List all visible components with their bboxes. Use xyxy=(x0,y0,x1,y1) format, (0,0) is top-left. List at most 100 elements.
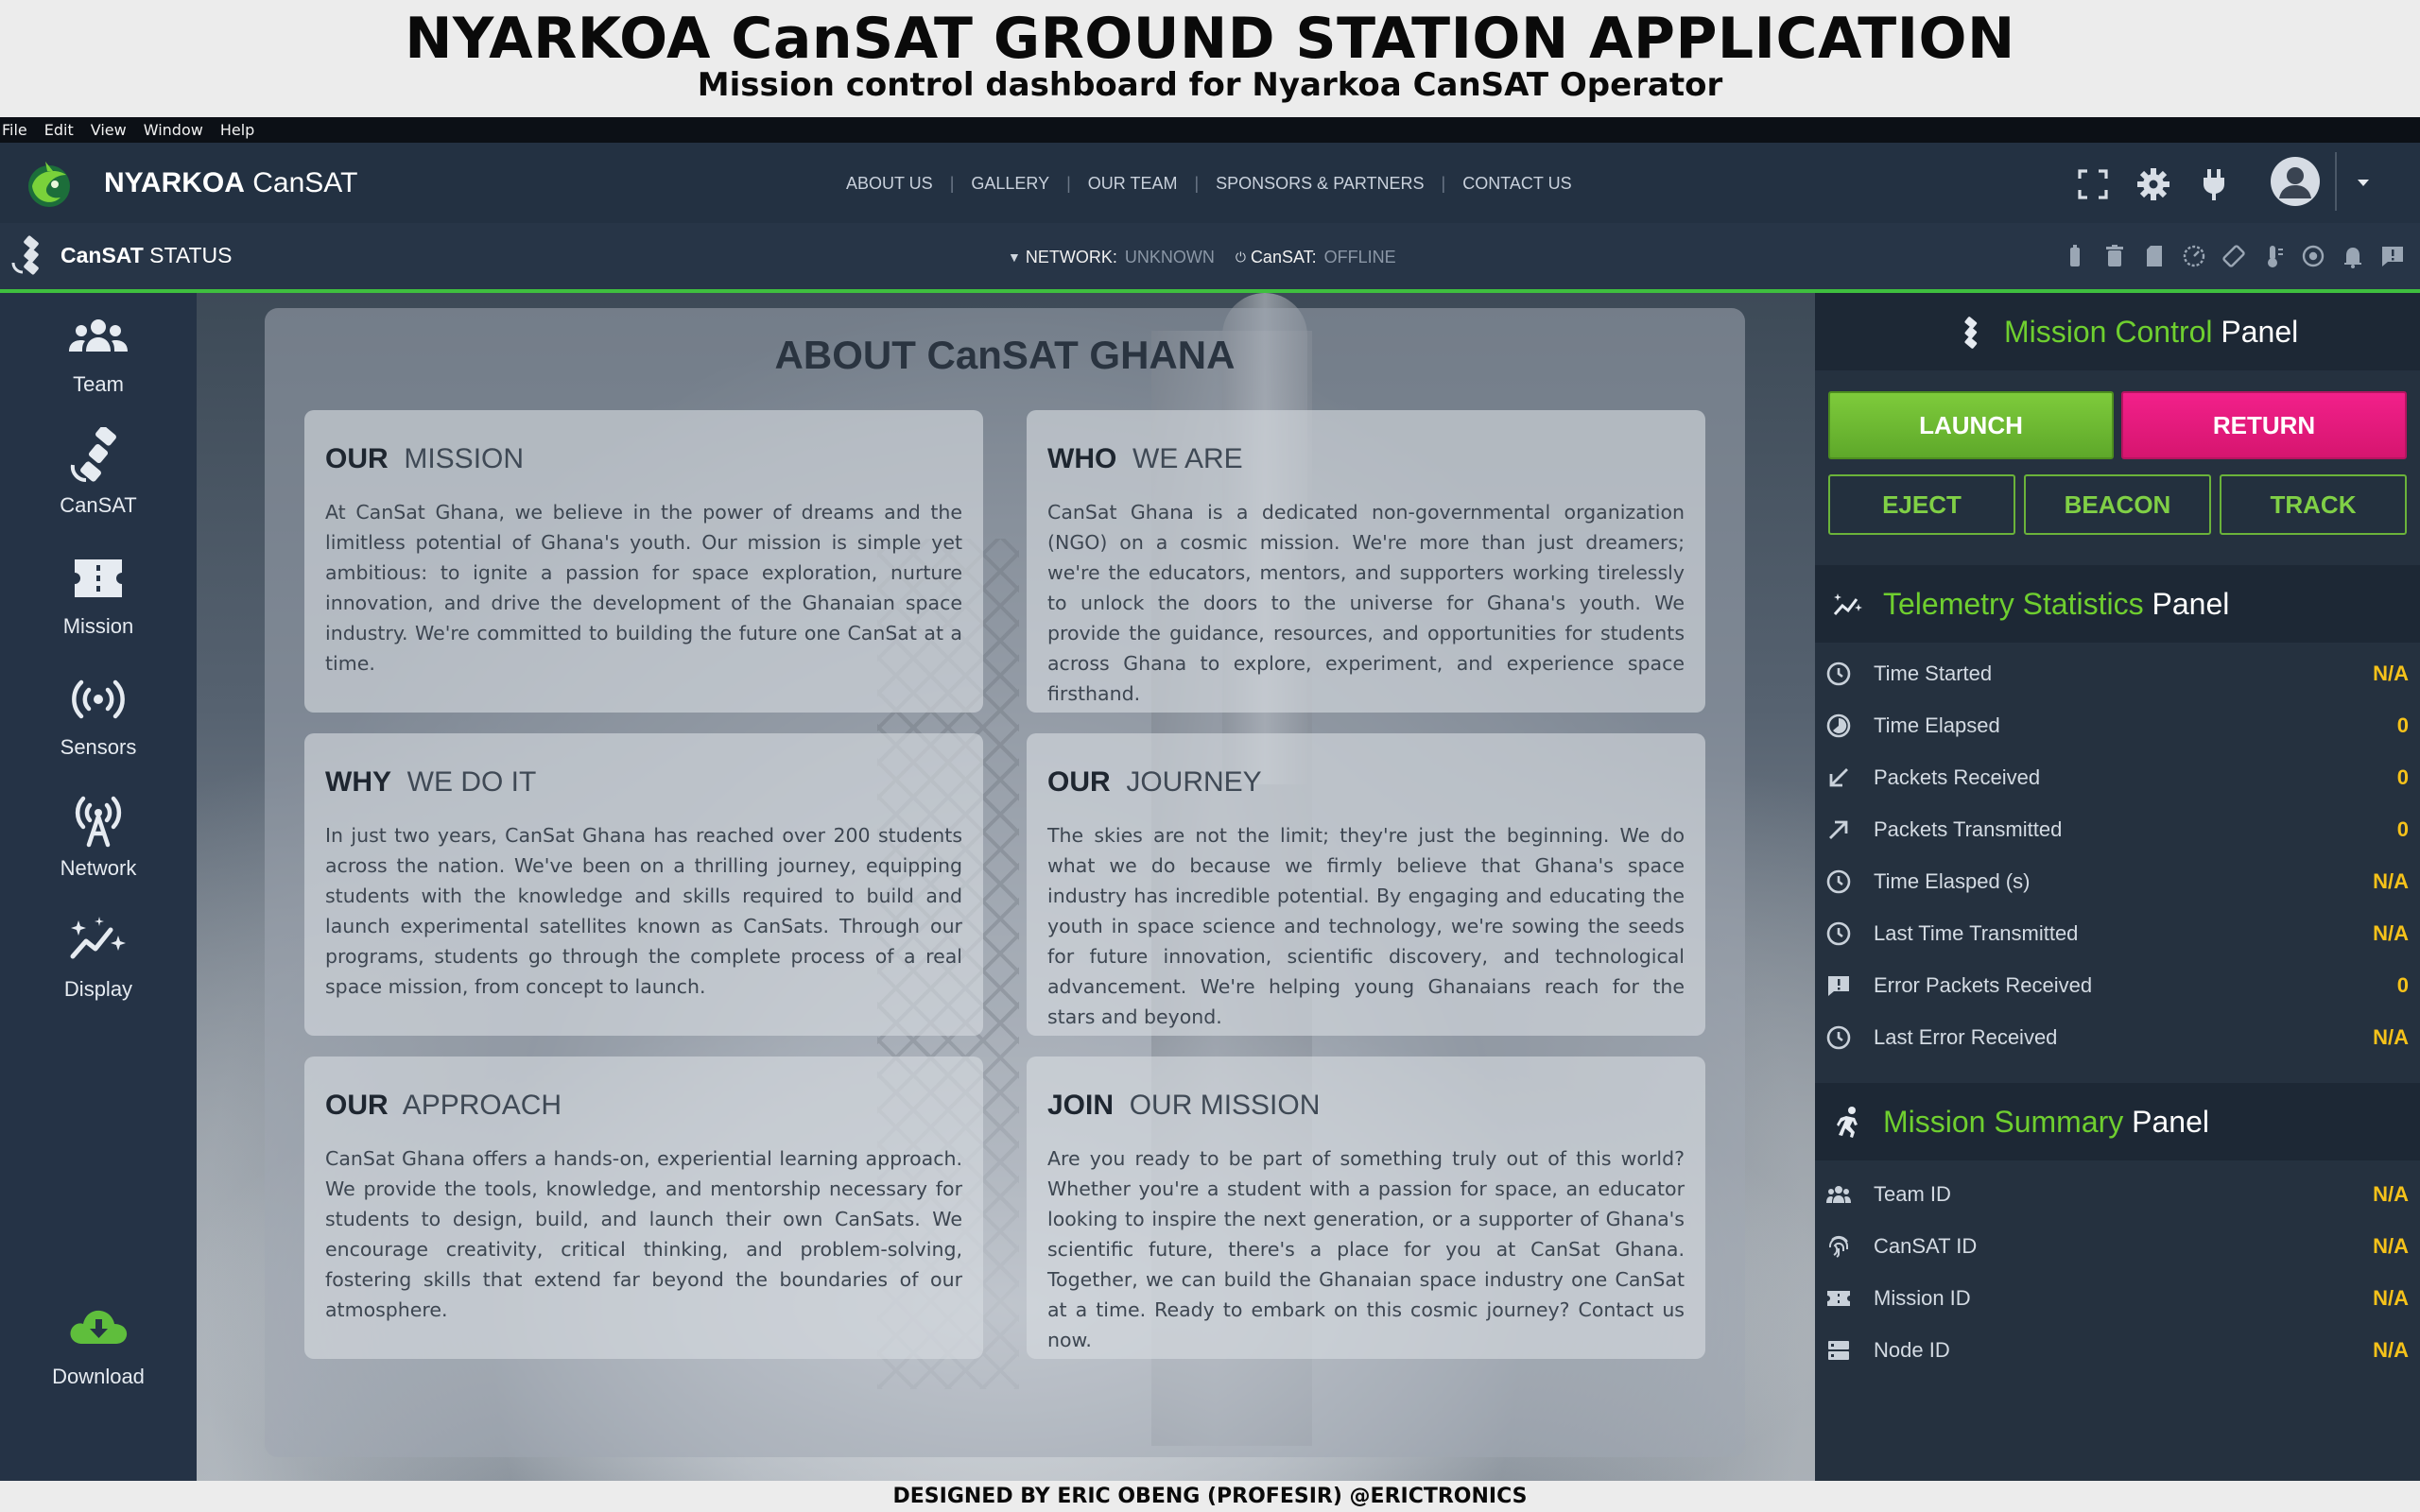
gear-icon[interactable] xyxy=(2135,165,2172,203)
telemetry-row: Error Packets Received 0 xyxy=(1815,960,2420,1012)
telemetry-row: Packets Received 0 xyxy=(1815,752,2420,804)
nav-link-sponsors-partners[interactable]: SPONSORS & PARTNERS xyxy=(1216,174,1424,194)
sidebar-item-download[interactable]: Download xyxy=(0,1298,197,1412)
card-text: Are you ready to be part of something tr… xyxy=(1047,1147,1685,1351)
sidebar-label: Team xyxy=(73,372,124,396)
telemetry-value: 0 xyxy=(2396,817,2409,841)
summary-value: N/A xyxy=(2373,1286,2409,1310)
telemetry-label: Error Packets Received xyxy=(1874,973,2093,997)
brand-logo-icon[interactable] xyxy=(23,158,76,211)
server-icon xyxy=(1828,1341,1849,1360)
right-panel: Mission Control Panel LAUNCH RETURN EJEC… xyxy=(1815,293,2420,1481)
running-person-icon xyxy=(1837,1107,1858,1138)
sd-card-icon[interactable] xyxy=(2140,242,2169,270)
bell-icon[interactable] xyxy=(2339,242,2367,270)
team-icon xyxy=(69,319,128,352)
wifi-icon: ▼ xyxy=(1008,249,1021,265)
card-join-our-mission: JOIN OUR MISSION Are you ready to be par… xyxy=(1027,1057,1705,1359)
telemetry-row: Time Elasped (s) N/A xyxy=(1815,856,2420,908)
app-window: File Edit View Window Help NYARKOA CanSA… xyxy=(0,117,2420,1481)
mission-summary-header: Mission Summary Panel xyxy=(1815,1083,2420,1160)
nav-link-contact-us[interactable]: CONTACT US xyxy=(1462,174,1571,194)
plug-icon[interactable] xyxy=(2195,165,2233,203)
gauge-icon[interactable] xyxy=(2299,242,2327,270)
alert-message-icon[interactable] xyxy=(2378,242,2407,270)
nav-link-about-us[interactable]: ABOUT US xyxy=(846,174,933,194)
menu-window[interactable]: Window xyxy=(144,121,203,139)
rotate-icon[interactable] xyxy=(2220,242,2248,270)
return-button[interactable]: RETURN xyxy=(2121,391,2407,459)
thermometer-icon[interactable] xyxy=(2259,242,2288,270)
trash-icon[interactable] xyxy=(2100,242,2129,270)
speed-icon[interactable] xyxy=(2180,242,2208,270)
track-button[interactable]: TRACK xyxy=(2220,474,2407,535)
team-icon xyxy=(1826,1186,1851,1203)
eject-button[interactable]: EJECT xyxy=(1828,474,2015,535)
satellite-icon xyxy=(70,427,116,483)
brand-name[interactable]: NYARKOA CanSAT xyxy=(104,164,357,202)
nav-separator: | xyxy=(1066,173,1071,193)
ticket-icon xyxy=(1827,1291,1850,1306)
card-heading: WHO WE ARE xyxy=(1047,443,1243,474)
battery-icon[interactable] xyxy=(2061,242,2089,270)
card-our-journey: OUR JOURNEY The skies are not the limit;… xyxy=(1027,733,1705,1036)
sidebar-item-display[interactable]: Display xyxy=(0,911,197,1024)
caret-down-icon[interactable] xyxy=(2354,175,2373,190)
telemetry-row: Time Elapsed 0 xyxy=(1815,700,2420,752)
nav-links: ABOUT US | GALLERY | OUR TEAM | SPONSORS… xyxy=(846,169,1572,198)
telemetry-value: N/A xyxy=(2373,662,2409,685)
beacon-button[interactable]: BEACON xyxy=(2024,474,2211,535)
download-icon xyxy=(70,1310,128,1344)
status-bar: CanSAT STATUS ▼ NETWORK: UNKNOWN ⏻ CanSA… xyxy=(0,223,2420,293)
telemetry-label: Last Time Transmitted xyxy=(1874,921,2079,945)
summary-label: CanSAT ID xyxy=(1874,1234,1978,1258)
menu-edit[interactable]: Edit xyxy=(44,121,74,139)
telemetry-value: N/A xyxy=(2373,921,2409,945)
cansat-value: OFFLINE xyxy=(1323,248,1396,266)
network-label: NETWORK: xyxy=(1025,248,1117,266)
telemetry-row: Time Started N/A xyxy=(1815,648,2420,700)
sidebar-label: Display xyxy=(63,977,133,1001)
fullscreen-icon[interactable] xyxy=(2074,165,2112,203)
menu-file[interactable]: File xyxy=(2,121,27,139)
satellite-icon xyxy=(1964,317,1978,349)
telemetry-value: 0 xyxy=(2396,713,2409,737)
power-icon: ⏻ xyxy=(1235,249,1246,265)
sidebar-item-team[interactable]: Team xyxy=(0,306,197,420)
summary-row: CanSAT ID N/A xyxy=(1815,1221,2420,1273)
main-content: ABOUT CanSAT GHANA OUR MISSION At CanSat… xyxy=(197,293,1815,1481)
connection-status: ▼ NETWORK: UNKNOWN ⏻ CanSAT: OFFLINE xyxy=(1008,246,1417,268)
sidebar-item-sensors[interactable]: Sensors xyxy=(0,669,197,782)
user-avatar[interactable] xyxy=(2271,157,2320,206)
nav-link-our-team[interactable]: OUR TEAM xyxy=(1088,174,1178,194)
mission-icon xyxy=(75,559,122,597)
nav-separator: | xyxy=(949,173,955,193)
launch-button[interactable]: LAUNCH xyxy=(1828,391,2114,459)
menu-view[interactable]: View xyxy=(91,121,127,139)
fingerprint-icon xyxy=(1828,1235,1848,1258)
telemetry-row: Last Time Transmitted N/A xyxy=(1815,908,2420,960)
menu-help[interactable]: Help xyxy=(220,121,254,139)
telemetry-label: Time Elasped (s) xyxy=(1874,869,2031,893)
sidebar-item-cansat[interactable]: CanSAT xyxy=(0,427,197,541)
card-heading: JOIN OUR MISSION xyxy=(1047,1090,1321,1121)
summary-value: N/A xyxy=(2373,1338,2409,1362)
sidebar-item-mission[interactable]: Mission xyxy=(0,548,197,662)
summary-row: Team ID N/A xyxy=(1815,1169,2420,1221)
nav-link-gallery[interactable]: GALLERY xyxy=(971,174,1049,194)
sidebar-item-network[interactable]: Network xyxy=(0,790,197,903)
clock-icon xyxy=(1826,1025,1851,1050)
timelapse-icon xyxy=(1826,713,1851,738)
user-icon xyxy=(2279,167,2311,198)
arrow-up-right-icon xyxy=(1829,820,1848,839)
banner-subtitle: Mission control dashboard for Nyarkoa Ca… xyxy=(697,66,1723,104)
telemetry-label: Time Elapsed xyxy=(1874,713,2000,737)
telemetry-value: 0 xyxy=(2396,765,2409,789)
telemetry-value: 0 xyxy=(2396,973,2409,997)
summary-value: N/A xyxy=(2373,1234,2409,1258)
display-icon xyxy=(1833,593,1862,615)
card-our-approach: OUR APPROACH CanSat Ghana offers a hands… xyxy=(304,1057,983,1359)
sidebar-label: Sensors xyxy=(60,735,137,759)
menu-bar: File Edit View Window Help xyxy=(0,117,2420,143)
summary-label: Team ID xyxy=(1874,1182,1951,1206)
